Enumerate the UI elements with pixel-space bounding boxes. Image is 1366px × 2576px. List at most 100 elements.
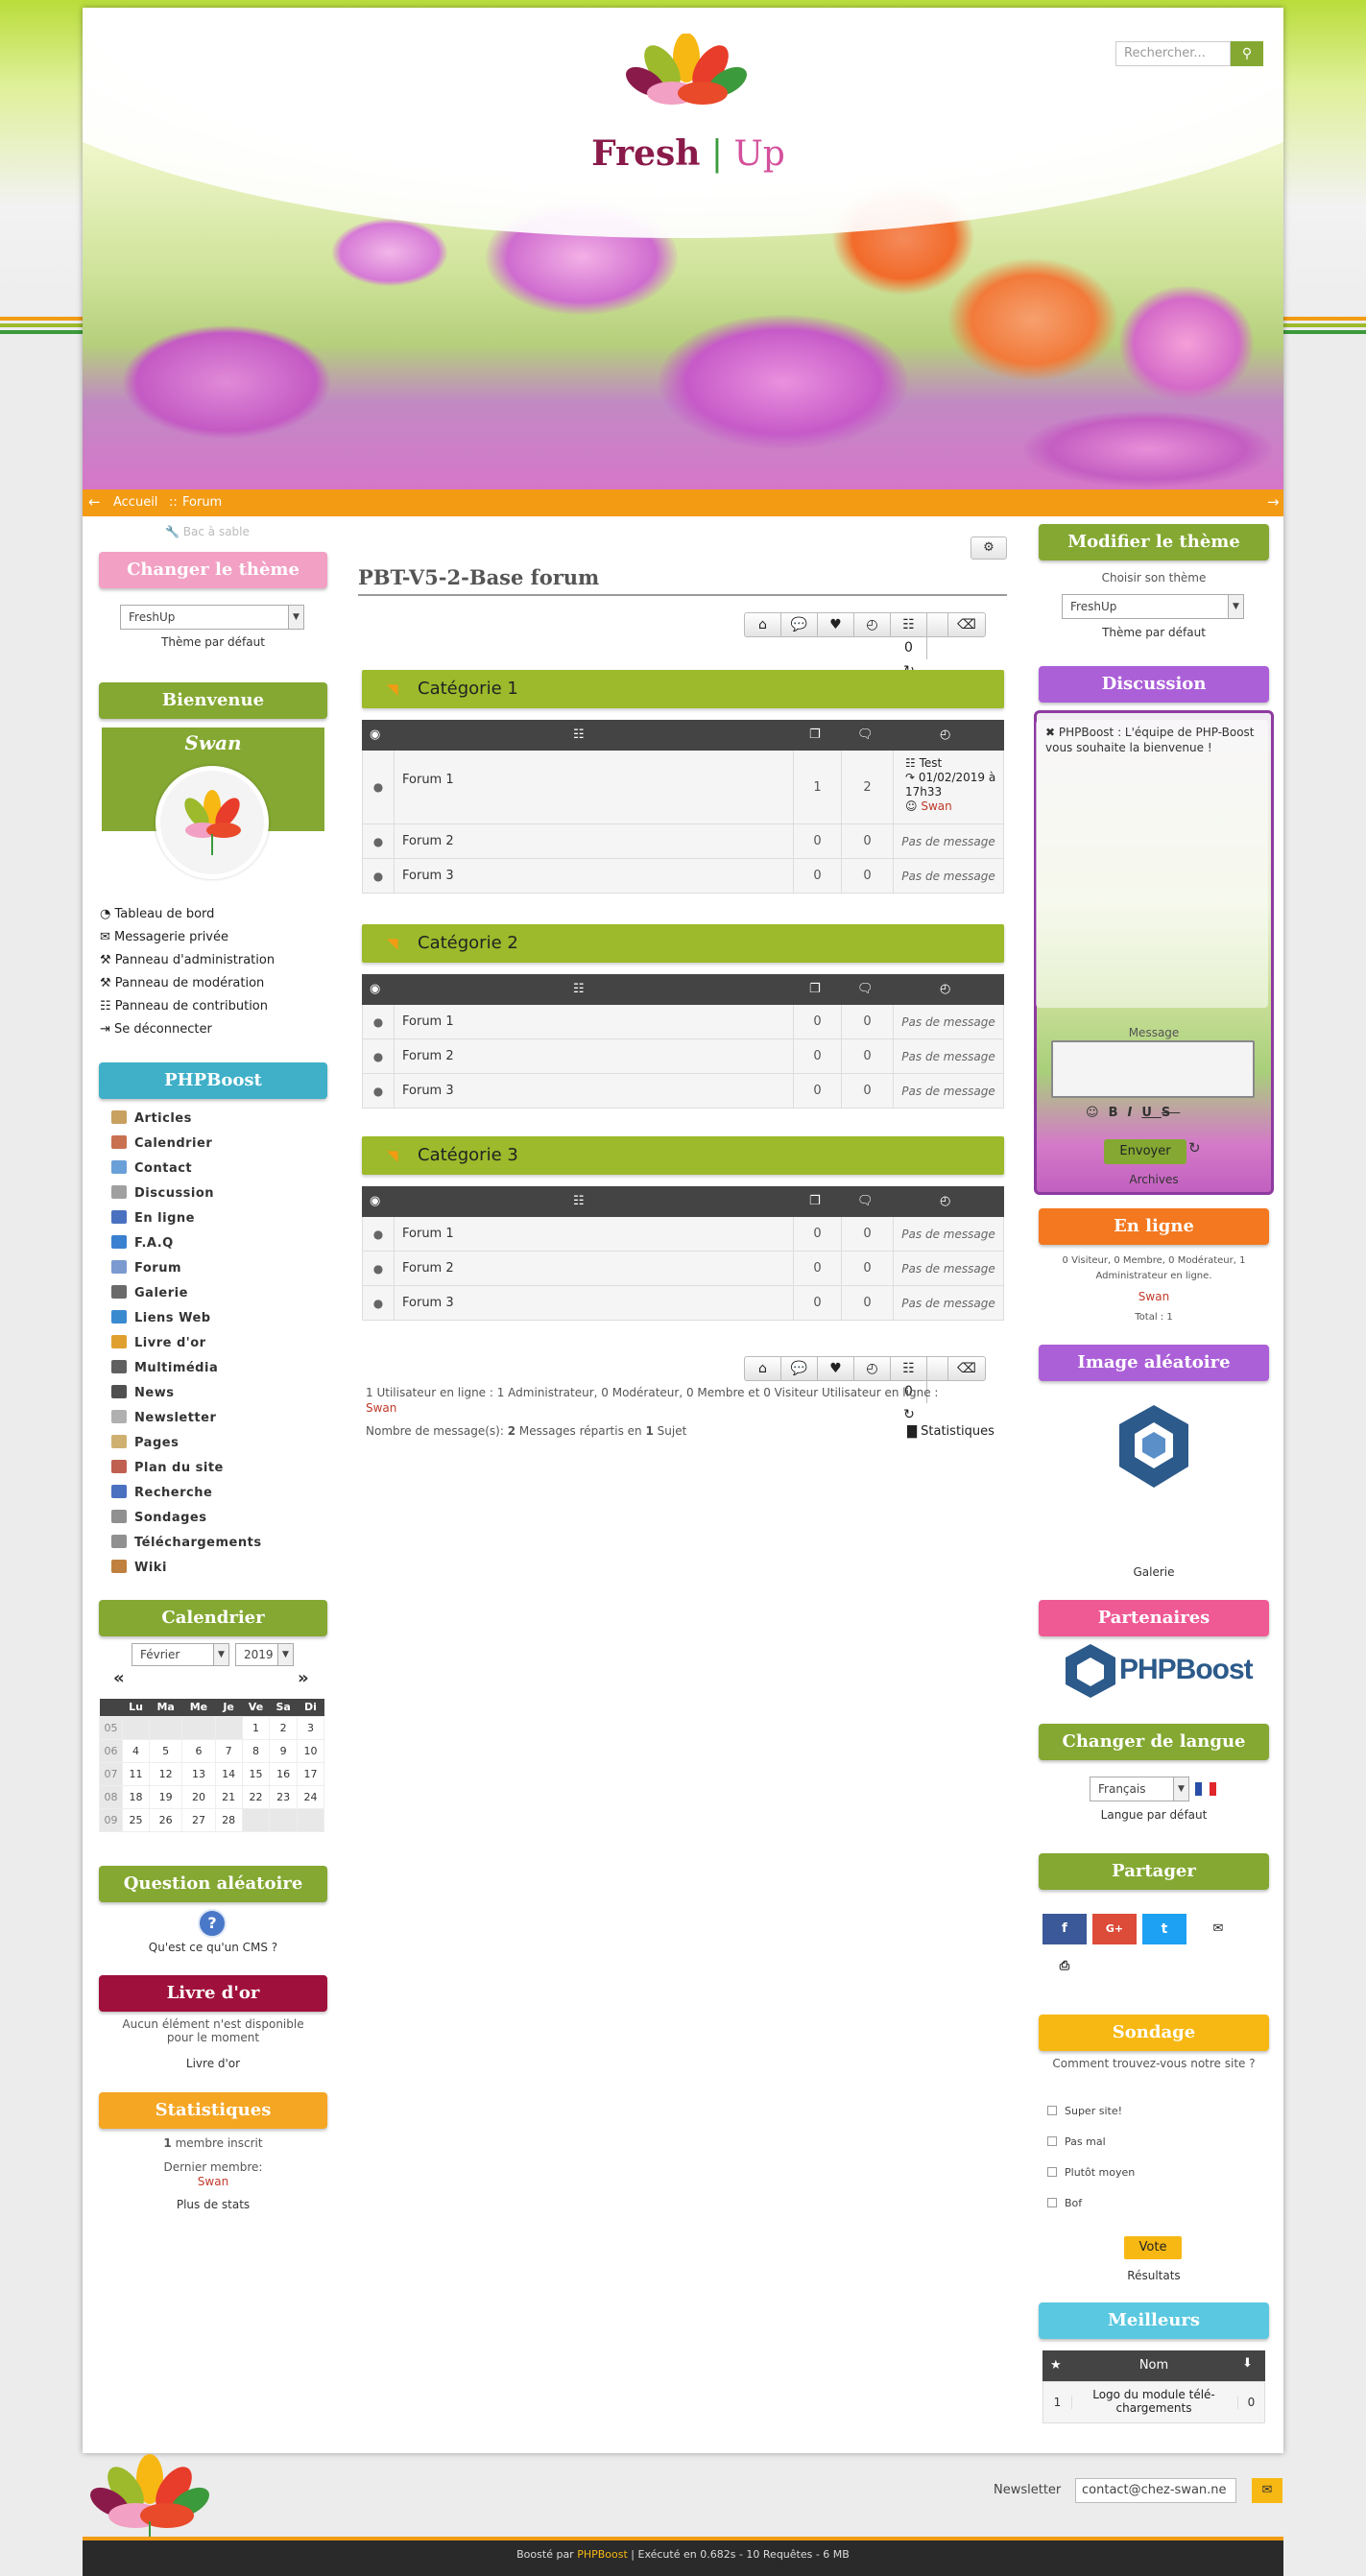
forum-row[interactable]: ● Forum 3 0 0 Pas de message: [362, 1286, 1004, 1321]
nav-item[interactable]: Calendrier: [111, 1135, 212, 1151]
calendar-day[interactable]: 7: [214, 1738, 243, 1763]
poll-option[interactable]: Pas mal: [1047, 2135, 1106, 2148]
share-print-button[interactable]: ⎙: [1042, 1951, 1087, 1982]
checkbox-icon[interactable]: [1047, 2167, 1057, 2177]
left-theme-select[interactable]: FreshUp ▼: [120, 605, 304, 630]
last-message-date[interactable]: 01/02/2019 à 17h33: [905, 771, 995, 799]
close-icon[interactable]: ✖: [1045, 726, 1055, 739]
partner-logo[interactable]: PHPBoost: [1064, 1642, 1256, 1700]
question-text[interactable]: Qu'est ce qu'un CMS ?: [99, 1941, 327, 1954]
home-icon[interactable]: ⌂: [745, 1357, 781, 1380]
forum-name[interactable]: Forum 3: [402, 1296, 454, 1310]
forum-name[interactable]: Forum 2: [402, 834, 454, 848]
arrow-left-icon[interactable]: ←: [88, 493, 101, 511]
nav-item[interactable]: Recherche: [111, 1485, 212, 1500]
calendar-day[interactable]: 23: [269, 1784, 298, 1809]
calendar-day[interactable]: 19: [148, 1784, 183, 1809]
nav-item[interactable]: News: [111, 1385, 174, 1400]
eraser-icon[interactable]: ⌫: [948, 613, 985, 636]
calendar-day[interactable]: 26: [148, 1807, 183, 1832]
nav-item[interactable]: Sondages: [111, 1510, 207, 1525]
gallery-link[interactable]: Galerie: [1039, 1565, 1269, 1579]
checkbox-icon[interactable]: [1047, 2136, 1057, 2146]
heart-icon[interactable]: ♥: [818, 613, 854, 636]
avatar[interactable]: [156, 766, 269, 879]
nav-item[interactable]: Galerie: [111, 1285, 188, 1300]
poll-option[interactable]: Plutôt moyen: [1047, 2166, 1135, 2179]
newsletter-submit-button[interactable]: ✉: [1252, 2478, 1282, 2503]
poll-vote-button[interactable]: Vote: [1124, 2236, 1182, 2259]
calendar-day[interactable]: 15: [241, 1761, 271, 1786]
comment-icon[interactable]: 💬: [781, 613, 818, 636]
nav-item[interactable]: En ligne: [111, 1210, 195, 1226]
breadcrumb-current[interactable]: Forum: [182, 495, 222, 510]
smiley-icon[interactable]: ☺: [1086, 1106, 1109, 1120]
calendar-day[interactable]: 13: [181, 1761, 216, 1786]
calendar-year-select[interactable]: 2019 ▼: [235, 1643, 294, 1666]
comment-icon[interactable]: 💬: [781, 1357, 818, 1380]
right-theme-select[interactable]: FreshUp ▼: [1062, 594, 1244, 619]
stats-last-member[interactable]: Swan: [99, 2175, 327, 2188]
rss-icon[interactable]: ◥: [387, 936, 398, 951]
nav-item[interactable]: F.A.Q: [111, 1235, 174, 1251]
calendar-prev-button[interactable]: «: [113, 1668, 125, 1688]
rss-icon[interactable]: ◥: [387, 1148, 398, 1163]
calendar-day[interactable]: 20: [181, 1784, 216, 1809]
calendar-day[interactable]: 9: [269, 1738, 298, 1763]
category-header[interactable]: ◥ Catégorie 3: [362, 1136, 1004, 1175]
calendar-day[interactable]: 8: [241, 1738, 271, 1763]
user-menu-item[interactable]: ◔ Tableau de bord: [100, 907, 214, 921]
forum-row[interactable]: ● Forum 2 0 0 Pas de message: [362, 1039, 1004, 1074]
user-menu-item[interactable]: ⇥ Se déconnecter: [100, 1022, 212, 1037]
user-menu-item[interactable]: ☷ Panneau de contribution: [100, 999, 268, 1014]
category-header[interactable]: ◥ Catégorie 2: [362, 924, 1004, 963]
random-image-logo[interactable]: [1115, 1403, 1192, 1490]
forum-name[interactable]: Forum 1: [402, 1014, 454, 1029]
unread-counter[interactable]: ☷0 ↻: [891, 613, 948, 679]
calendar-day[interactable]: 1: [241, 1715, 271, 1740]
forum-name[interactable]: Forum 3: [402, 1084, 454, 1098]
nav-item[interactable]: Pages: [111, 1435, 179, 1450]
sandbox-link[interactable]: 🔧 Bac à sable: [165, 525, 250, 538]
calendar-day[interactable]: 12: [148, 1761, 183, 1786]
breadcrumb-home[interactable]: Accueil: [113, 495, 157, 510]
italic-icon[interactable]: I: [1127, 1106, 1141, 1120]
calendar-next-button[interactable]: »: [298, 1668, 309, 1688]
calendar-day[interactable]: 11: [122, 1761, 150, 1786]
freshup-logo[interactable]: [586, 34, 787, 130]
credits-link[interactable]: PHPBoost: [577, 2548, 628, 2561]
chat-send-button[interactable]: Envoyer: [1104, 1139, 1186, 1164]
home-icon[interactable]: ⌂: [745, 613, 781, 636]
search-input[interactable]: Rechercher...: [1115, 41, 1231, 66]
guestbook-link[interactable]: Livre d'or: [99, 2057, 327, 2070]
forum-name[interactable]: Forum 1: [402, 1227, 454, 1241]
nav-item[interactable]: Discussion: [111, 1185, 214, 1201]
forum-name[interactable]: Forum 3: [402, 869, 454, 883]
eraser-icon[interactable]: ⌫: [948, 1357, 985, 1380]
calendar-day[interactable]: 22: [241, 1784, 271, 1809]
nav-item[interactable]: Plan du site: [111, 1460, 224, 1475]
category-name[interactable]: Catégorie 3: [418, 1145, 518, 1165]
stats-more-link[interactable]: Plus de stats: [99, 2198, 327, 2211]
refresh-icon[interactable]: ↻: [1188, 1139, 1201, 1157]
nav-item[interactable]: Multimédia: [111, 1360, 218, 1375]
forum-settings-button[interactable]: ⚙: [971, 537, 1007, 560]
forum-row[interactable]: ● Forum 1 0 0 Pas de message: [362, 1217, 1004, 1252]
chat-archives-link[interactable]: Archives: [1039, 1173, 1269, 1186]
nav-item[interactable]: Livre d'or: [111, 1335, 206, 1350]
calendar-day[interactable]: 21: [214, 1784, 243, 1809]
nav-item[interactable]: Newsletter: [111, 1410, 216, 1425]
nav-item[interactable]: Articles: [111, 1110, 192, 1126]
newsletter-email-input[interactable]: contact@chez-swan.ne: [1075, 2478, 1236, 2503]
calendar-day[interactable]: 4: [122, 1738, 150, 1763]
forum-row[interactable]: ● Forum 1Forum de test12 ☷ Test ↷ 01/02/201…: [362, 751, 1004, 856]
nav-item[interactable]: Téléchargements: [111, 1535, 262, 1550]
share-email-button[interactable]: ✉: [1196, 1914, 1240, 1944]
forum-name[interactable]: Forum 2: [402, 1049, 454, 1063]
checkbox-icon[interactable]: [1047, 2106, 1057, 2115]
nav-item[interactable]: Contact: [111, 1160, 192, 1176]
nav-item[interactable]: Liens Web: [111, 1310, 211, 1325]
bold-icon[interactable]: B: [1109, 1106, 1128, 1120]
last-message-title[interactable]: Test: [920, 756, 943, 770]
forum-row[interactable]: ● Forum 1 0 0 Pas de message: [362, 1005, 1004, 1039]
